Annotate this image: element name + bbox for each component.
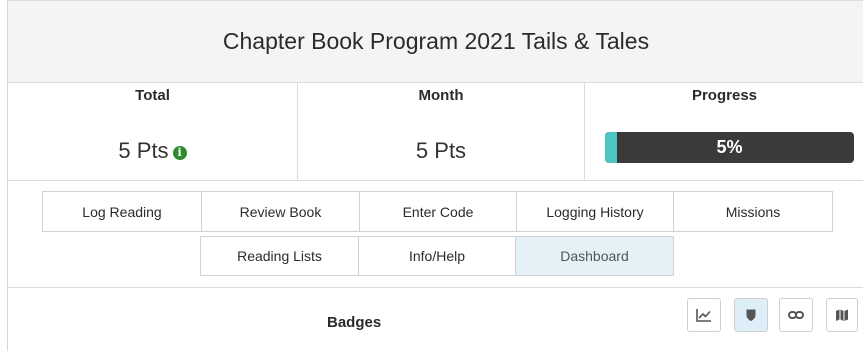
- total-stat: Total 5 Pts i: [8, 83, 298, 180]
- progress-bar: 5%: [605, 132, 854, 163]
- total-label: Total: [135, 87, 170, 104]
- map-view-button[interactable]: [826, 298, 858, 332]
- chart-view-button[interactable]: [687, 298, 721, 332]
- dashboard-button[interactable]: Dashboard: [515, 236, 674, 276]
- link-icon: [788, 311, 804, 319]
- nav-row-secondary: Reading Lists Info/Help Dashboard: [200, 236, 674, 276]
- map-icon: [836, 309, 848, 321]
- nav-row-primary: Log Reading Review Book Enter Code Loggi…: [42, 191, 833, 232]
- progress-label: Progress: [691, 87, 758, 104]
- progress-percent: 5%: [716, 137, 743, 157]
- review-book-button[interactable]: Review Book: [201, 191, 360, 232]
- missions-button[interactable]: Missions: [673, 191, 833, 232]
- program-title: Chapter Book Program 2021 Tails & Tales: [8, 0, 863, 83]
- info-help-button[interactable]: Info/Help: [358, 236, 516, 276]
- progress-stat: Progress 5%: [585, 83, 863, 180]
- program-panel: Chapter Book Program 2021 Tails & Tales …: [7, 0, 863, 351]
- log-reading-button[interactable]: Log Reading: [42, 191, 202, 232]
- month-label: Month: [418, 87, 464, 104]
- total-value: 5 Pts: [118, 138, 169, 163]
- link-view-button[interactable]: [779, 298, 813, 332]
- info-icon[interactable]: i: [172, 146, 187, 160]
- logging-history-button[interactable]: Logging History: [516, 191, 674, 232]
- stats-row: Total 5 Pts i Month 5 Pts Progress 5%: [8, 83, 863, 181]
- enter-code-button[interactable]: Enter Code: [359, 191, 517, 232]
- line-chart-icon: [696, 309, 711, 322]
- shield-icon: [746, 309, 756, 321]
- badge-view-button[interactable]: [734, 298, 768, 332]
- month-value: 5 Pts: [415, 138, 467, 163]
- total-value-wrap: 5 Pts i: [8, 138, 297, 164]
- badges-title: Badges: [327, 314, 382, 331]
- month-stat: Month 5 Pts: [298, 83, 585, 180]
- badges-section: Badges: [8, 287, 863, 351]
- reading-lists-button[interactable]: Reading Lists: [200, 236, 359, 276]
